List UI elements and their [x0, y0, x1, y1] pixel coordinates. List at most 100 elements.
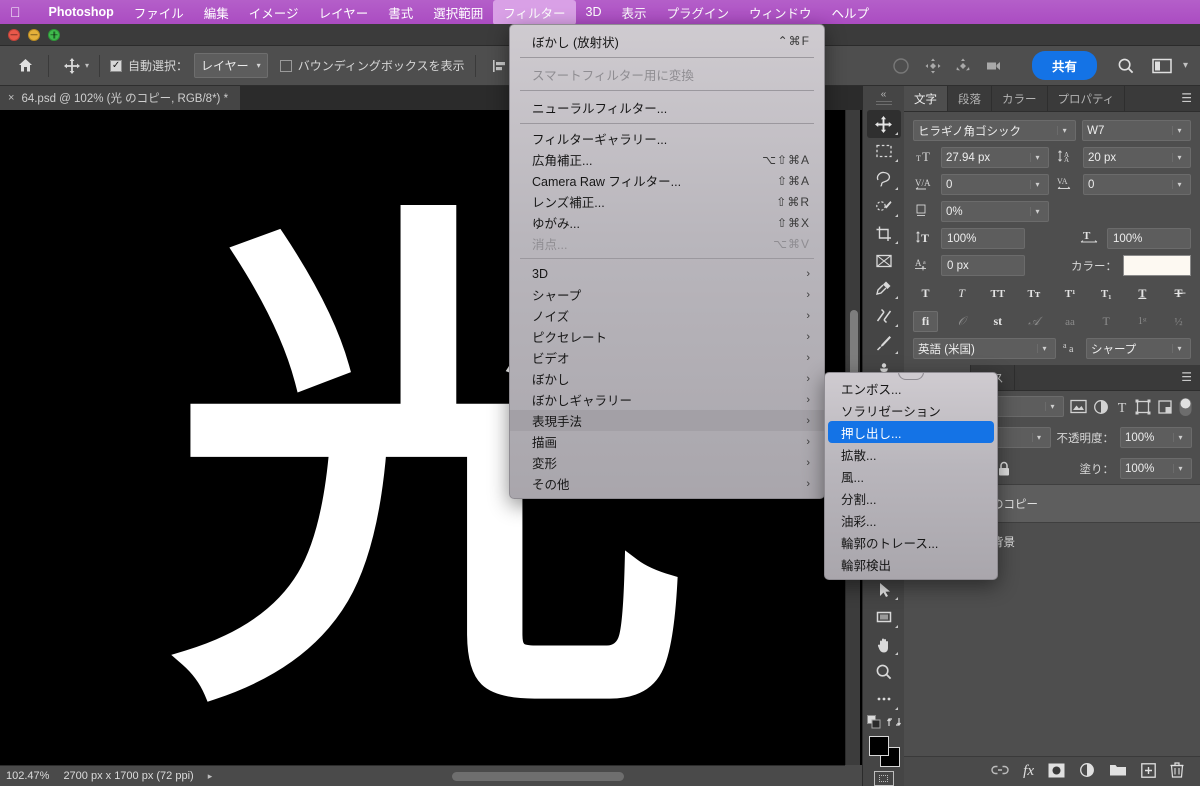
small-caps-button[interactable]: Tᴛ [1021, 283, 1046, 304]
menu-item-3d[interactable]: 3D › [510, 263, 824, 284]
menu-item-plugins[interactable]: プラグイン [657, 0, 740, 25]
stylize-submenu[interactable]: エンボス... ソラリゼーション 押し出し... 拡散... 風... 分割..… [824, 372, 998, 580]
eyedropper-tool[interactable] [867, 275, 901, 302]
fractions-button[interactable]: ½ [1166, 311, 1191, 332]
default-colors-icon[interactable] [866, 714, 881, 734]
move-tool-icon[interactable] [59, 53, 85, 79]
link-layers-icon[interactable] [991, 764, 1009, 779]
menu-item-vanishing-point[interactable]: 消点... ⌥⌘V [510, 233, 824, 254]
menu-item-other[interactable]: その他 › [510, 473, 824, 494]
oldstyle-button[interactable]: aa [1058, 311, 1083, 332]
hand-tool[interactable] [867, 631, 901, 658]
tab-character[interactable]: 文字 [904, 86, 948, 111]
menu-item-pixelate[interactable]: ピクセレート › [510, 326, 824, 347]
align-left-icon[interactable] [486, 53, 512, 79]
strikethrough-button[interactable]: T̶ [1166, 283, 1191, 304]
menu-item-view[interactable]: 表示 [611, 0, 656, 25]
tracking-field[interactable]: 0 ▾ [1083, 174, 1191, 195]
show-bounding-box-checkbox[interactable]: ✓ [279, 59, 292, 72]
baseline-shift-field[interactable]: 0 px [941, 255, 1025, 276]
submenu-item-trace-contour[interactable]: 輪郭のトレース... [825, 531, 997, 553]
ordinals-button[interactable]: 1ˢᵗ [1130, 311, 1155, 332]
submenu-item-oil-paint[interactable]: 油彩... [825, 509, 997, 531]
chevron-down-icon[interactable]: ▾ [1183, 60, 1188, 71]
adjustment-layer-icon[interactable] [1079, 762, 1095, 781]
text-color-swatch[interactable] [1123, 255, 1191, 276]
3d-move-icon[interactable] [920, 53, 946, 79]
language-dropdown[interactable]: 英語 (米国) ▾ [913, 338, 1056, 359]
maximize-window-button[interactable] [48, 28, 60, 41]
contextual-alternates-button[interactable]: 𝒪 [949, 311, 974, 332]
subscript-button[interactable]: T₁ [1094, 283, 1119, 304]
filter-shape-icon[interactable] [1135, 399, 1151, 415]
auto-select-checkbox[interactable]: ✓ [110, 59, 123, 72]
lasso-tool[interactable] [867, 165, 901, 192]
zoom-level[interactable]: 102.47% [6, 770, 49, 782]
underline-button[interactable]: T̲ [1130, 283, 1155, 304]
menu-item-liquify[interactable]: ゆがみ... ⇧⌘X [510, 212, 824, 233]
tab-color[interactable]: カラー [992, 86, 1048, 111]
new-layer-icon[interactable] [1141, 762, 1156, 781]
menu-item-filter[interactable]: フィルター [493, 0, 576, 25]
menu-item-neural-filters[interactable]: ニューラルフィルター... [510, 95, 824, 119]
filter-dropdown-menu[interactable]: ぼかし (放射状) ⌃⌘F スマートフィルター用に変換 ニューラルフィルター..… [509, 24, 825, 499]
menu-item-blur-gallery[interactable]: ぼかしギャラリー › [510, 389, 824, 410]
menu-item-video[interactable]: ビデオ › [510, 347, 824, 368]
tab-properties[interactable]: プロパティ [1048, 86, 1126, 111]
workspace-icon[interactable] [1149, 53, 1175, 79]
menu-item-help[interactable]: ヘルプ [822, 0, 880, 25]
menu-item-distort[interactable]: 変形 › [510, 452, 824, 473]
filter-type-icon[interactable]: T [1115, 399, 1129, 414]
panel-menu-icon[interactable]: ☰ [1181, 92, 1192, 104]
faux-italic-button[interactable]: T [949, 283, 974, 304]
menu-item-noise[interactable]: ノイズ › [510, 305, 824, 326]
scrollbar-thumb[interactable] [452, 772, 624, 781]
all-caps-button[interactable]: TT [985, 283, 1010, 304]
home-icon[interactable] [12, 53, 38, 79]
submenu-item-emboss[interactable]: エンボス... [825, 377, 997, 399]
tsume-field[interactable]: 0% ▾ [941, 201, 1049, 222]
submenu-item-find-edges[interactable]: 輪郭検出 [825, 553, 997, 575]
edit-toolbar-tool[interactable] [867, 686, 901, 713]
swash-button[interactable]: 𝒜 [1021, 311, 1046, 332]
frame-tool[interactable] [867, 247, 901, 274]
faux-bold-button[interactable]: T [913, 283, 938, 304]
panel-grip[interactable] [875, 101, 892, 108]
vertical-scale-field[interactable]: 100% [941, 228, 1025, 249]
menu-item-blur[interactable]: ぼかし › [510, 368, 824, 389]
close-window-button[interactable] [8, 28, 20, 41]
font-family-dropdown[interactable]: ヒラギノ角ゴシック ▾ [913, 120, 1077, 141]
apple-icon[interactable]:  [10, 5, 21, 19]
menu-item-window[interactable]: ウィンドウ [739, 0, 822, 25]
menu-item-stylize[interactable]: 表現手法 › [510, 410, 824, 431]
submenu-item-tiles[interactable]: 分割... [825, 487, 997, 509]
chevron-right-icon[interactable]: ▸ [208, 771, 213, 782]
leading-field[interactable]: 20 px ▾ [1083, 147, 1191, 168]
move-tool-preset-chevron[interactable]: ▾ [85, 61, 89, 70]
menu-item-lens-correction[interactable]: レンズ補正... ⇧⌘R [510, 191, 824, 212]
menu-item-file[interactable]: ファイル [124, 0, 194, 25]
submenu-item-extrude[interactable]: 押し出し... [828, 421, 994, 443]
font-size-field[interactable]: 27.94 px ▾ [941, 147, 1049, 168]
share-button[interactable]: 共有 [1031, 51, 1097, 80]
menu-item-select[interactable]: 選択範囲 [423, 0, 493, 25]
lock-all-icon[interactable] [997, 461, 1011, 477]
filter-smart-object-icon[interactable] [1157, 399, 1173, 415]
menu-item-adaptive-wide-angle[interactable]: 広角補正... ⌥⇧⌘A [510, 149, 824, 170]
crop-tool[interactable] [867, 220, 901, 247]
zoom-tool[interactable] [867, 658, 901, 685]
foreground-color-swatch[interactable] [868, 735, 889, 756]
antialias-dropdown[interactable]: シャープ ▾ [1086, 338, 1191, 359]
move-tool[interactable] [866, 110, 901, 138]
superscript-button[interactable]: T¹ [1058, 283, 1083, 304]
layer-style-icon[interactable]: fx [1023, 763, 1034, 780]
opacity-field[interactable]: 100% ▾ [1120, 427, 1192, 448]
filter-toggle-icon[interactable] [1179, 397, 1192, 417]
more-options-icon[interactable] [888, 53, 914, 79]
submenu-item-diffuse[interactable]: 拡散... [825, 443, 997, 465]
submenu-item-wind[interactable]: 風... [825, 465, 997, 487]
menu-item-image[interactable]: イメージ [239, 0, 309, 25]
menu-item-render[interactable]: 描画 › [510, 431, 824, 452]
swap-colors-icon[interactable] [886, 715, 901, 734]
menu-item-radial-blur[interactable]: ぼかし (放射状) ⌃⌘F [510, 29, 824, 53]
